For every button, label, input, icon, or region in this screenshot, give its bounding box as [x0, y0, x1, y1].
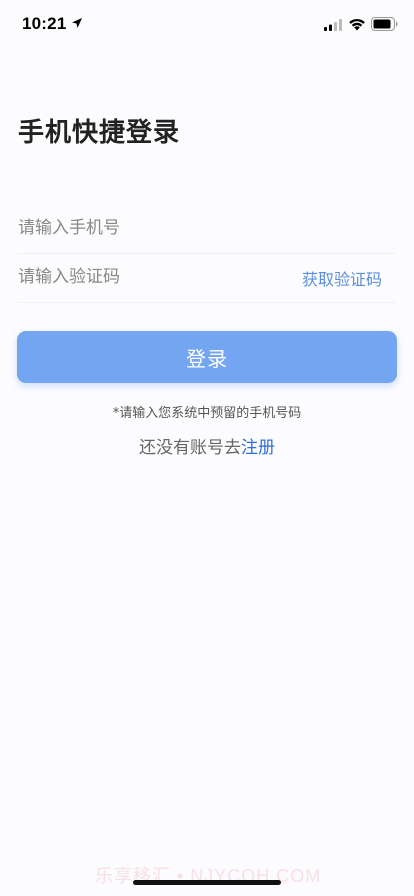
page-title: 手机快捷登录 [18, 118, 181, 148]
wifi-icon [349, 18, 365, 31]
signal-icon [324, 19, 342, 31]
verification-code-input[interactable] [18, 252, 278, 302]
code-field-row: 获取验证码 [18, 252, 396, 303]
phone-hint-text: *请输入您系统中预留的手机号码 [112, 406, 302, 421]
phone-field-row [18, 203, 396, 254]
status-time: 10:21 [22, 14, 67, 33]
login-button[interactable]: 登录 [17, 331, 397, 383]
register-prompt: 还没有账号去注册 [0, 433, 414, 458]
phone-input[interactable] [18, 203, 278, 253]
battery-icon [371, 17, 398, 31]
register-prefix-text: 还没有账号去 [139, 438, 241, 458]
register-link[interactable]: 注册 [241, 438, 275, 458]
get-code-button[interactable]: 获取验证码 [302, 266, 382, 290]
location-arrow-icon [72, 18, 82, 28]
status-bar: 10:21 [0, 0, 414, 50]
home-indicator [133, 880, 281, 885]
